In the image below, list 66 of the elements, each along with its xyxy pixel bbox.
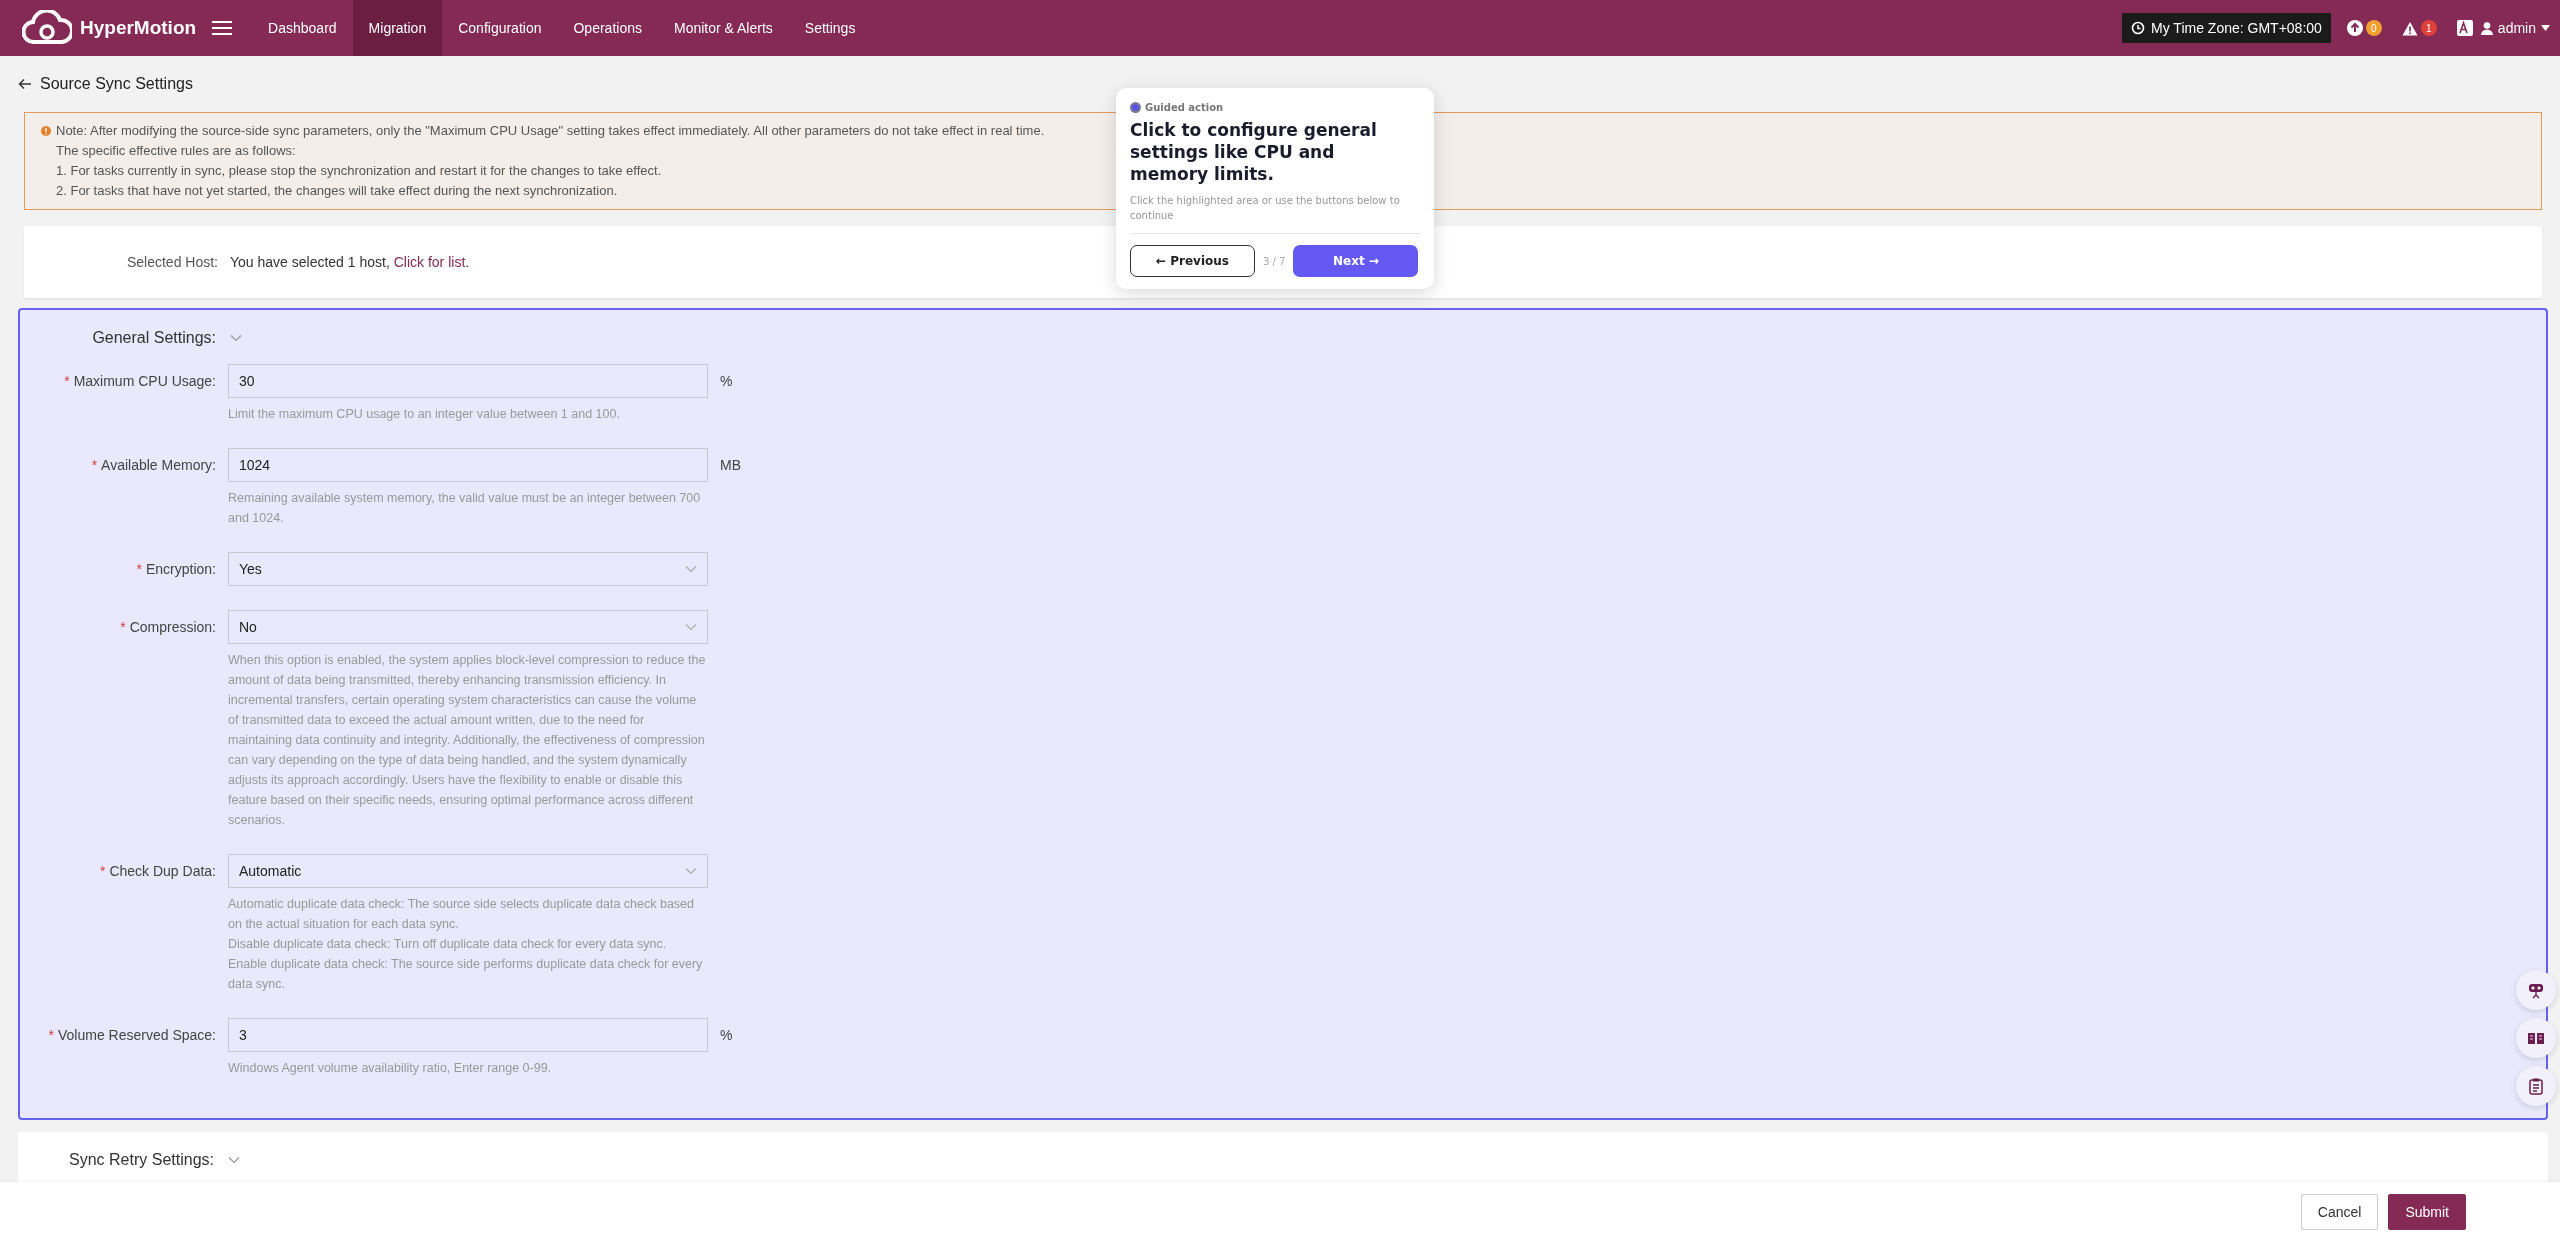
app-name: HyperMotion — [80, 17, 197, 39]
translate-icon[interactable] — [2456, 20, 2473, 36]
field-label: * Compression: — [119, 619, 216, 635]
select-field[interactable]: Automatic — [228, 854, 708, 888]
nav-tab[interactable]: Migration — [352, 0, 443, 56]
count-badge: 0 — [2365, 20, 2382, 36]
help-text: Remaining available system memory, the valid value must be an integer between 700 and 1024. — [228, 490, 702, 527]
guide-label: Guided action — [1145, 102, 1224, 113]
nav-tab[interactable]: Monitor & Alerts — [657, 0, 789, 56]
clock-icon — [2131, 21, 2146, 35]
field-label: * Check Dup Data: — [98, 863, 216, 879]
step-counter: 3 / 7 — [1263, 255, 1286, 267]
dot-icon — [1130, 102, 1141, 113]
count-badge: 1 — [2420, 20, 2437, 36]
unit-label: MB — [720, 457, 741, 473]
chevron-down-icon — [685, 565, 697, 573]
clipboard-icon — [2527, 1077, 2545, 1095]
select-field[interactable]: Yes — [228, 552, 708, 586]
timezone-button[interactable]: My Time Zone: GMT+08:00 — [2122, 13, 2331, 43]
help-text: Automatic duplicate data check: The source side selects duplicate data check based on the actual situation for each data sync. — [228, 896, 695, 933]
host-summary-text: You have selected 1 host, Click for list. — [230, 254, 470, 270]
chevron-down-icon — [685, 623, 697, 631]
back-arrow-icon[interactable] — [18, 78, 32, 90]
caret-icon — [2541, 25, 2550, 31]
field-label: * Encryption: — [135, 561, 216, 577]
field-label: Selected Host: — [125, 254, 218, 270]
chevron-down-icon — [685, 867, 697, 875]
note-text: 1. For tasks currently in sync, please stop the synchronization and restart it for the changes to take effect. — [56, 163, 662, 178]
select-field[interactable]: No — [228, 610, 708, 644]
nav-tab[interactable]: Configuration — [442, 0, 558, 56]
help-text: When this option is enabled, the system applies block-level compression to reduce the amount of data being transmitted, thereby enhancing transmission efficiency. In incremental transfers, certain operating system characteristics can cause the volume of transmitted data to exceed the actual amount written, due to the need for maintaining data continuity and integrity. Additionally, the effectiveness of compression can vary depending on the type of data being handled, and the system dynamically adjusts its approach accordingly. Users have the flexibility to enable or disable this feature based on their specific needs, ensuring optimal performance across different scenarios. — [228, 652, 707, 829]
cloud-logo-icon — [22, 10, 72, 46]
warning-icon[interactable] — [2401, 20, 2418, 36]
info-icon — [41, 126, 51, 136]
note-text: The specific effective rules are as follows: — [56, 143, 296, 158]
help-text: Enable duplicate data check: The source side performs duplicate data check for every data sync. — [228, 956, 704, 993]
help-text: Disable duplicate data check: Turn off duplicate data check for every data sync. — [228, 936, 668, 953]
guide-title: Click to configure general settings like CPU and memory limits. — [1130, 119, 1378, 185]
field-label: * Available Memory: — [90, 457, 216, 473]
previous-button[interactable]: ← Previous — [1130, 245, 1255, 277]
guide-hint: Click the highlighted area or use the buttons below to continue — [1130, 193, 1420, 234]
nav-tab[interactable]: Settings — [788, 0, 872, 56]
note-text: 2. For tasks that have not yet started, the changes will take effect during the next synchronization. — [56, 183, 618, 198]
robot-icon — [2527, 981, 2545, 999]
unit-label: % — [720, 373, 733, 389]
input-field[interactable]: 1024 — [228, 448, 708, 482]
submit-button[interactable]: Submit — [2388, 1194, 2466, 1230]
menu-icon[interactable] — [212, 20, 233, 36]
user-menu[interactable]: admin — [2480, 20, 2550, 36]
user-icon — [2480, 21, 2493, 35]
input-field[interactable]: 30 — [228, 364, 708, 398]
nav-tab[interactable]: Dashboard — [252, 0, 353, 56]
nav-tab[interactable]: Operations — [557, 0, 658, 56]
upload-icon[interactable] — [2346, 20, 2363, 36]
page-title: Source Sync Settings — [40, 75, 193, 93]
help-text: Windows Agent volume availability ratio, Enter range 0-99. — [228, 1060, 553, 1077]
section-title: General Settings: — [91, 329, 216, 347]
field-label: * Volume Reserved Space: — [47, 1027, 216, 1043]
next-button[interactable]: Next → — [1293, 245, 1419, 277]
field-label: * Maximum CPU Usage: — [63, 373, 216, 389]
unit-label: % — [720, 1027, 733, 1043]
section-title: Sync Retry Settings: — [68, 1151, 214, 1169]
cancel-button[interactable]: Cancel — [2300, 1194, 2379, 1230]
note-text: Note: After modifying the source-side sync parameters, only the "Maximum CPU Usage" setting takes effect immediately. All other parameters do not take effect in real time. — [56, 122, 1045, 140]
help-text: Limit the maximum CPU usage to an integer value between 1 and 100. — [228, 406, 621, 423]
input-field[interactable]: 3 — [228, 1018, 708, 1052]
